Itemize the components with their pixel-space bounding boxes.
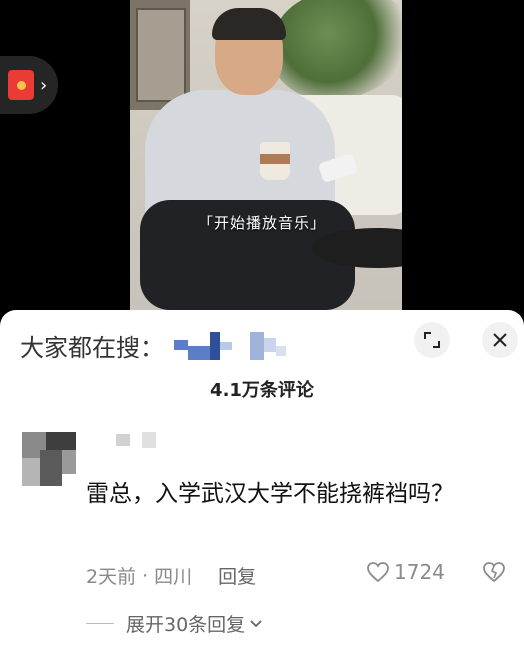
dislike-button[interactable] xyxy=(482,561,506,587)
expand-replies-label: 展开30条回复 xyxy=(126,614,246,636)
comment-count: 4.1万条评论 xyxy=(210,380,314,401)
chevron-right-icon: › xyxy=(40,74,48,96)
broken-heart-icon xyxy=(483,562,505,583)
bookshelf xyxy=(130,0,190,110)
comments-sheet: 大家都在搜： 4.1万条评论 雷总，入学武汉大学不能挠裤裆吗？ 2天前 · 四川… xyxy=(0,310,524,663)
divider-line xyxy=(86,623,114,624)
video-frame xyxy=(130,0,402,310)
comment-text: 雷总，入学武汉大学不能挠裤裆吗？ xyxy=(86,481,454,507)
close-icon xyxy=(493,333,507,347)
plant xyxy=(272,0,402,100)
coffee-cup xyxy=(260,142,290,180)
avatar[interactable] xyxy=(22,432,76,486)
comment-location: 四川 xyxy=(154,566,193,588)
expand-replies-button[interactable]: 展开30条回复 xyxy=(86,610,263,637)
close-button[interactable] xyxy=(482,322,518,358)
video-player[interactable]: 「开始播放音乐」 xyxy=(0,0,524,310)
trending-search-row[interactable]: 大家都在搜： xyxy=(20,328,290,363)
heart-icon xyxy=(367,562,389,583)
chevron-down-icon xyxy=(250,619,262,627)
like-button[interactable]: 1724 xyxy=(366,560,445,584)
reply-button[interactable]: 回复 xyxy=(218,562,256,589)
video-caption: 「开始播放音乐」 xyxy=(197,214,326,232)
username[interactable] xyxy=(116,432,160,448)
like-count: 1724 xyxy=(394,560,445,584)
blurred-search-term-2[interactable] xyxy=(250,331,290,360)
red-packet-button[interactable]: › xyxy=(0,56,58,114)
red-envelope-icon xyxy=(8,70,34,100)
person-hair xyxy=(212,8,286,40)
comment-time: 2天前 xyxy=(86,566,137,588)
expand-corners-icon xyxy=(424,332,440,348)
blurred-search-term[interactable] xyxy=(174,331,232,360)
expand-button[interactable] xyxy=(414,322,450,358)
meta-separator: · xyxy=(142,564,149,587)
trending-search-label: 大家都在搜： xyxy=(20,334,164,362)
comment-meta: 2天前 · 四川 回复 xyxy=(86,562,256,589)
